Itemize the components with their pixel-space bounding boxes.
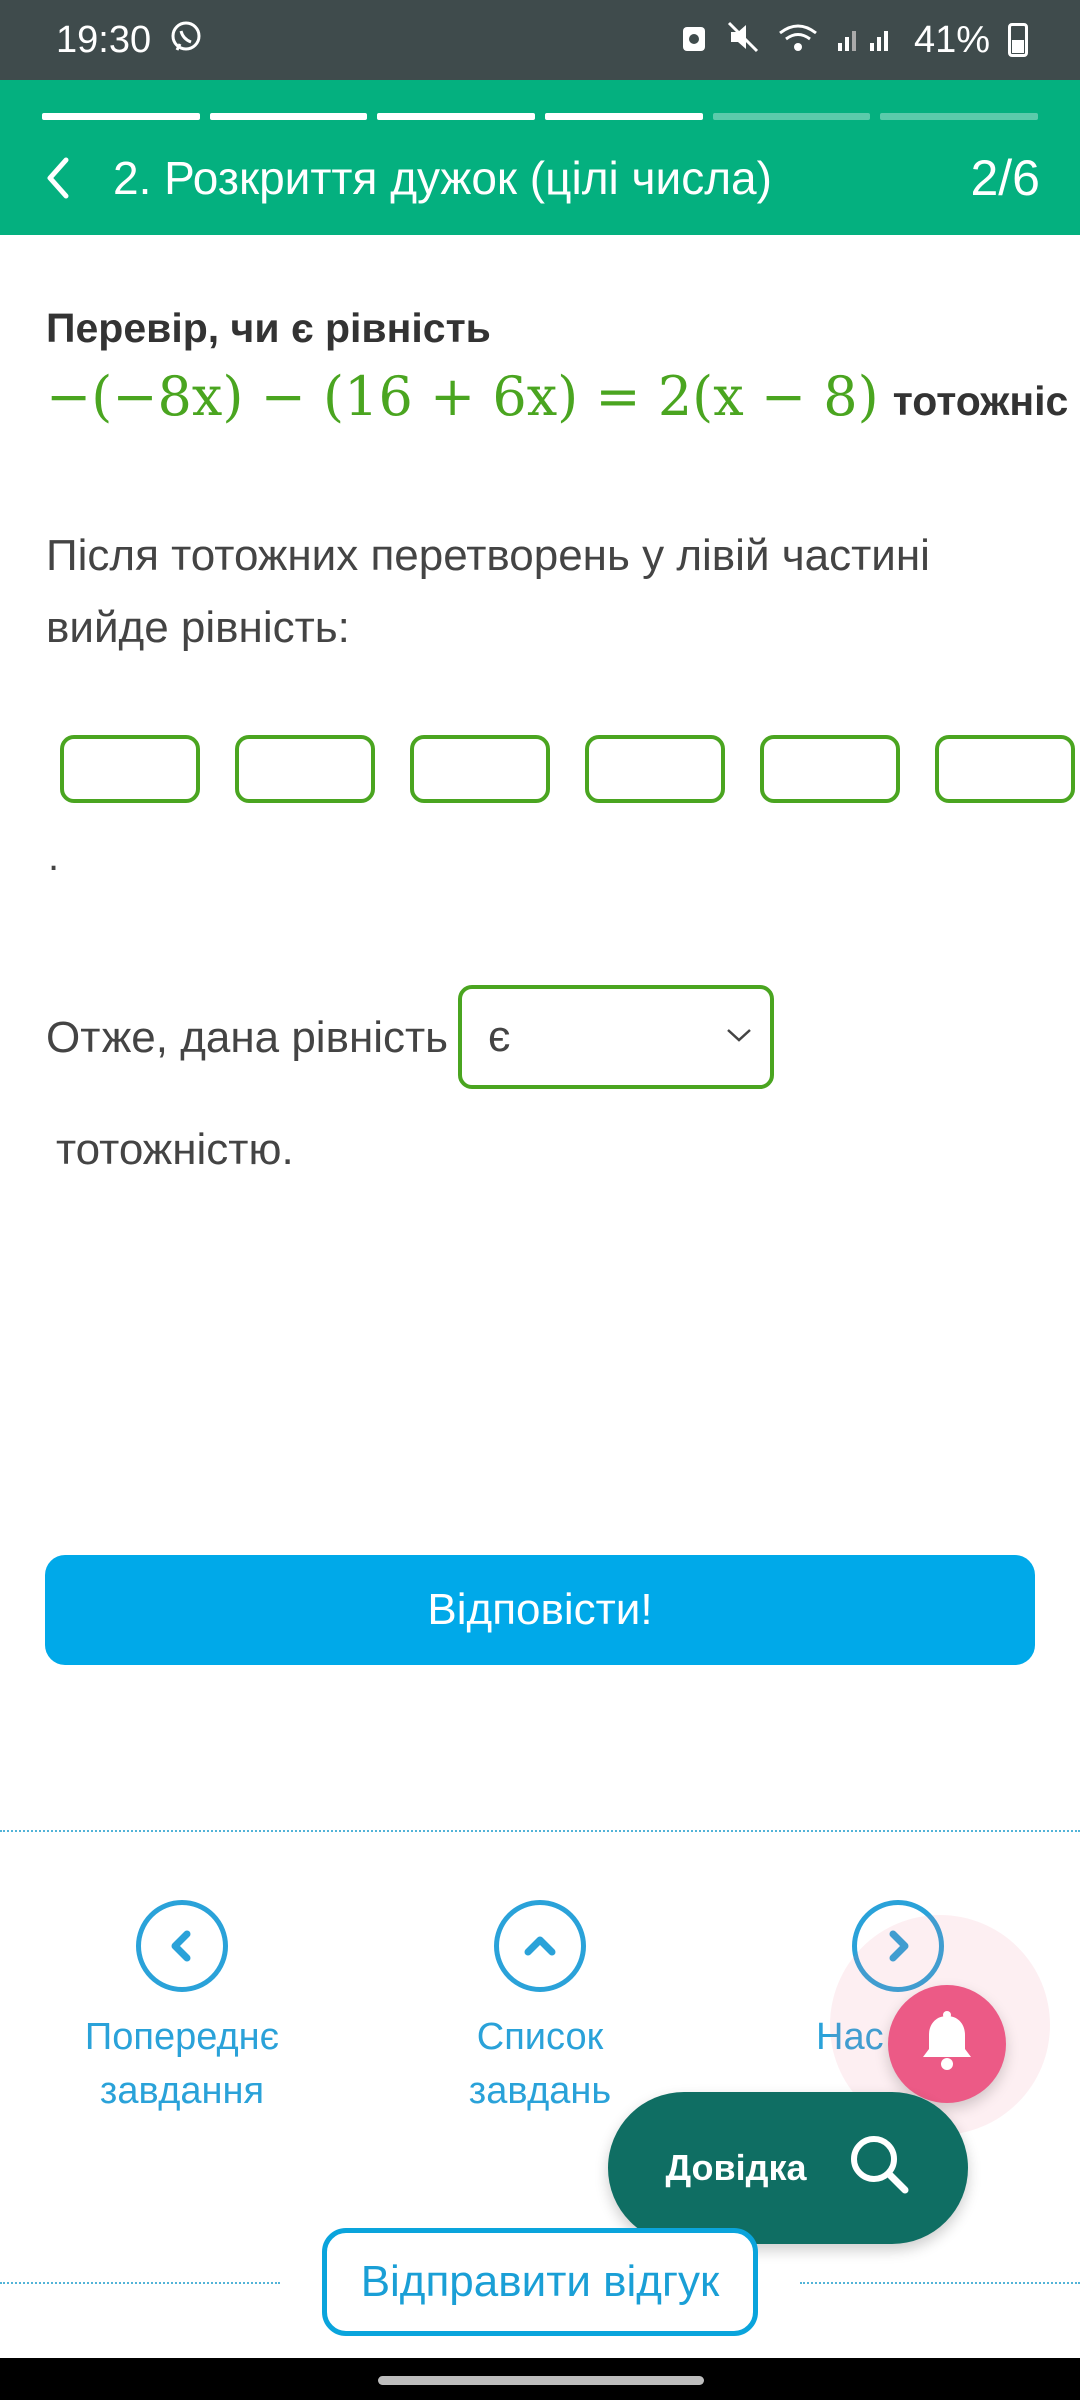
battery-percent: 41% [913, 18, 990, 61]
equation: −(−8x) − (16 + 6x) = 2(x − 8) [46, 365, 879, 428]
feedback-divider-right [800, 2282, 1080, 2284]
progress-segment [209, 113, 368, 120]
answer-box[interactable] [60, 735, 200, 803]
progress-segment [880, 113, 1039, 120]
question-title: Перевір, чи є рівність [46, 305, 491, 351]
select-value: є [488, 1012, 511, 1061]
period-mark: . [48, 835, 60, 879]
bell-icon [917, 2010, 977, 2079]
equation-suffix: тотожніс [892, 378, 1069, 424]
conclusion-suffix: тотожністю. [56, 1125, 294, 1174]
help-label: Довідка [665, 2147, 807, 2188]
prev-task-button[interactable]: Попереднє завдання [42, 1900, 322, 2118]
send-feedback-button[interactable]: Відправити відгук [322, 2228, 758, 2336]
progress-segment [545, 113, 703, 120]
navigation-gesture-bar [0, 2358, 1080, 2400]
help-button[interactable]: Довідка [608, 2092, 968, 2244]
progress-segment [42, 113, 200, 120]
chevron-left-icon [136, 1900, 228, 1992]
progress-bar [42, 113, 1039, 120]
identity-select[interactable]: є [458, 985, 774, 1089]
conclusion-prefix: Отже, дана рівність [46, 1013, 449, 1062]
progress-segment [377, 113, 536, 120]
status-left: 19:30 [56, 19, 203, 62]
wifi-icon [778, 21, 818, 59]
answer-box[interactable] [585, 735, 725, 803]
mute-icon [726, 20, 760, 60]
submit-button[interactable]: Відповісти! [45, 1555, 1035, 1665]
answer-box[interactable] [235, 735, 375, 803]
viber-icon [169, 20, 203, 60]
notification-button[interactable] [888, 1985, 1006, 2103]
search-icon [847, 2132, 911, 2205]
chevron-down-icon [726, 1027, 752, 1048]
status-bar: 19:30 41% [0, 0, 1080, 80]
page-title: 2. Розкриття дужок (цілі числа) [113, 152, 772, 204]
back-arrow-icon[interactable] [38, 148, 78, 208]
equation-line: −(−8x) − (16 + 6x) = 2(x − 8) тотожніс [46, 365, 1068, 428]
task-list-label: Список завдань [468, 2016, 612, 2112]
battery-icon [1008, 23, 1028, 57]
signal-icon [836, 21, 896, 59]
clock: 19:30 [56, 18, 152, 61]
answer-box[interactable] [410, 735, 550, 803]
home-indicator[interactable] [378, 2376, 704, 2385]
status-right: 41% [680, 19, 1028, 62]
task-counter: 2/6 [970, 150, 1040, 206]
answer-box[interactable] [760, 735, 900, 803]
chevron-up-icon [494, 1900, 586, 1992]
answer-box[interactable] [935, 735, 1075, 803]
divider [0, 1830, 1080, 1832]
progress-segment [712, 113, 871, 120]
task-list-button[interactable]: Список завдань [400, 1900, 680, 2118]
prev-task-label: Попереднє завдання [84, 2016, 280, 2112]
recycle-icon [680, 21, 708, 59]
instruction-text: Після тотожних перетворень у лівій части… [46, 531, 930, 652]
header: 2. Розкриття дужок (цілі числа) 2/6 [0, 80, 1080, 235]
feedback-divider-left [0, 2282, 280, 2284]
